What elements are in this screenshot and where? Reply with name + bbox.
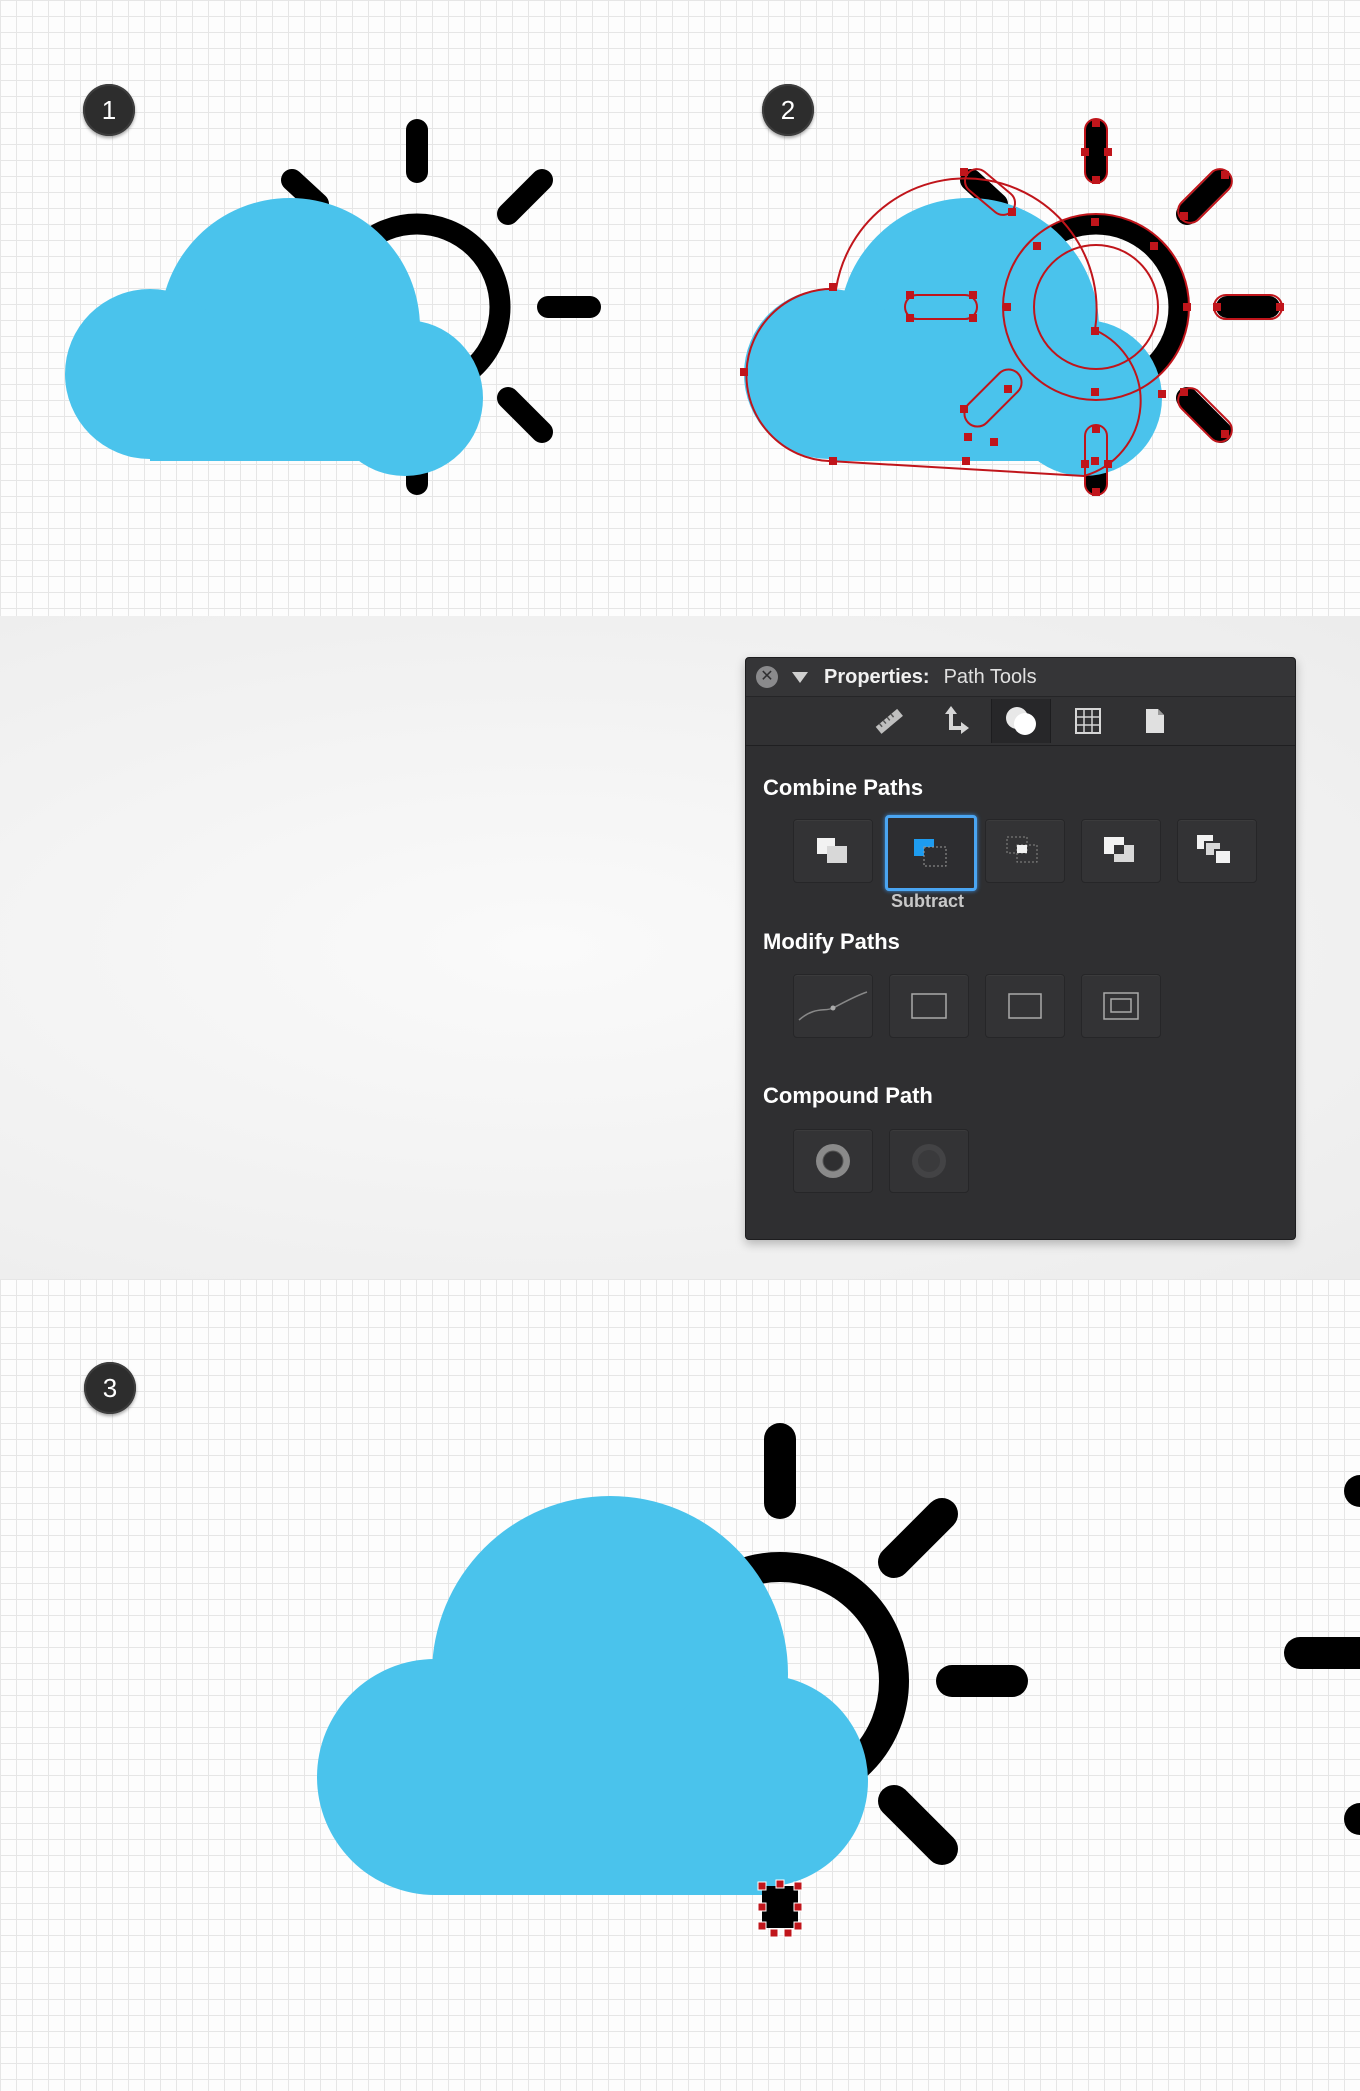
rectangle-button[interactable] [985,974,1065,1038]
subtract-shapes-icon [914,839,947,867]
inset-rectangle-button[interactable] [1081,974,1161,1038]
panel-tabs [746,697,1295,746]
intersect-shapes-icon [1006,836,1038,863]
selected-small-path [757,1879,803,1938]
cloud-sun-illustration-2-selected [740,118,1284,496]
compound-path-title: Compound Path [763,1083,933,1108]
intersect-button[interactable] [985,819,1065,883]
tab-path-tools[interactable] [990,699,1051,743]
make-compound-path-icon [816,1144,850,1178]
inset-rectangle-icon [1103,992,1139,1020]
grid-table-icon [1074,708,1101,734]
make-compound-button[interactable] [793,1129,873,1193]
divide-button[interactable] [1177,819,1257,883]
tab-ruler[interactable] [859,699,917,743]
subtract-button[interactable] [885,815,977,891]
add-shapes-icon [817,838,847,863]
triangle-down-icon[interactable] [792,671,808,683]
combine-paths-title: Combine Paths [763,775,924,800]
tab-transform[interactable] [925,699,983,743]
canvas-top: 1 2 [0,0,1360,616]
canvas-bottom: 3 [0,1279,1360,2091]
tab-document[interactable] [1125,699,1183,743]
release-compound-path-icon [912,1144,946,1178]
exclude-shapes-icon [1104,837,1134,862]
close-icon[interactable]: ✕ [756,666,778,688]
tab-grid[interactable] [1059,699,1117,743]
divide-shapes-icon [1197,835,1232,865]
release-compound-button[interactable] [889,1129,969,1193]
path-combine-icon [1005,707,1036,735]
rectangle-dashed-button[interactable] [889,974,969,1038]
panel-title: Properties: [824,665,930,688]
panel-header: ✕ Properties: Path Tools [746,658,1295,697]
modify-paths-title: Modify Paths [763,929,900,954]
smooth-path-button[interactable] [793,974,873,1038]
add-button[interactable] [793,819,873,883]
smooth-path-icon [798,991,868,1021]
ruler-icon [875,708,903,734]
exclude-button[interactable] [1081,819,1161,883]
rectangle-dashed-icon [911,993,947,1019]
document-icon [1145,709,1164,733]
transform-arrows-icon [944,706,969,734]
properties-panel: ✕ Properties: Path Tools Combine Paths S… [745,657,1296,1240]
subtract-caption: Subtract [891,891,965,911]
panel-subtitle: Path Tools [943,665,1037,688]
cloud-sun-illustration-3 [317,1423,1360,1938]
cloud-icon [744,198,1162,476]
rectangle-icon [1008,993,1042,1019]
